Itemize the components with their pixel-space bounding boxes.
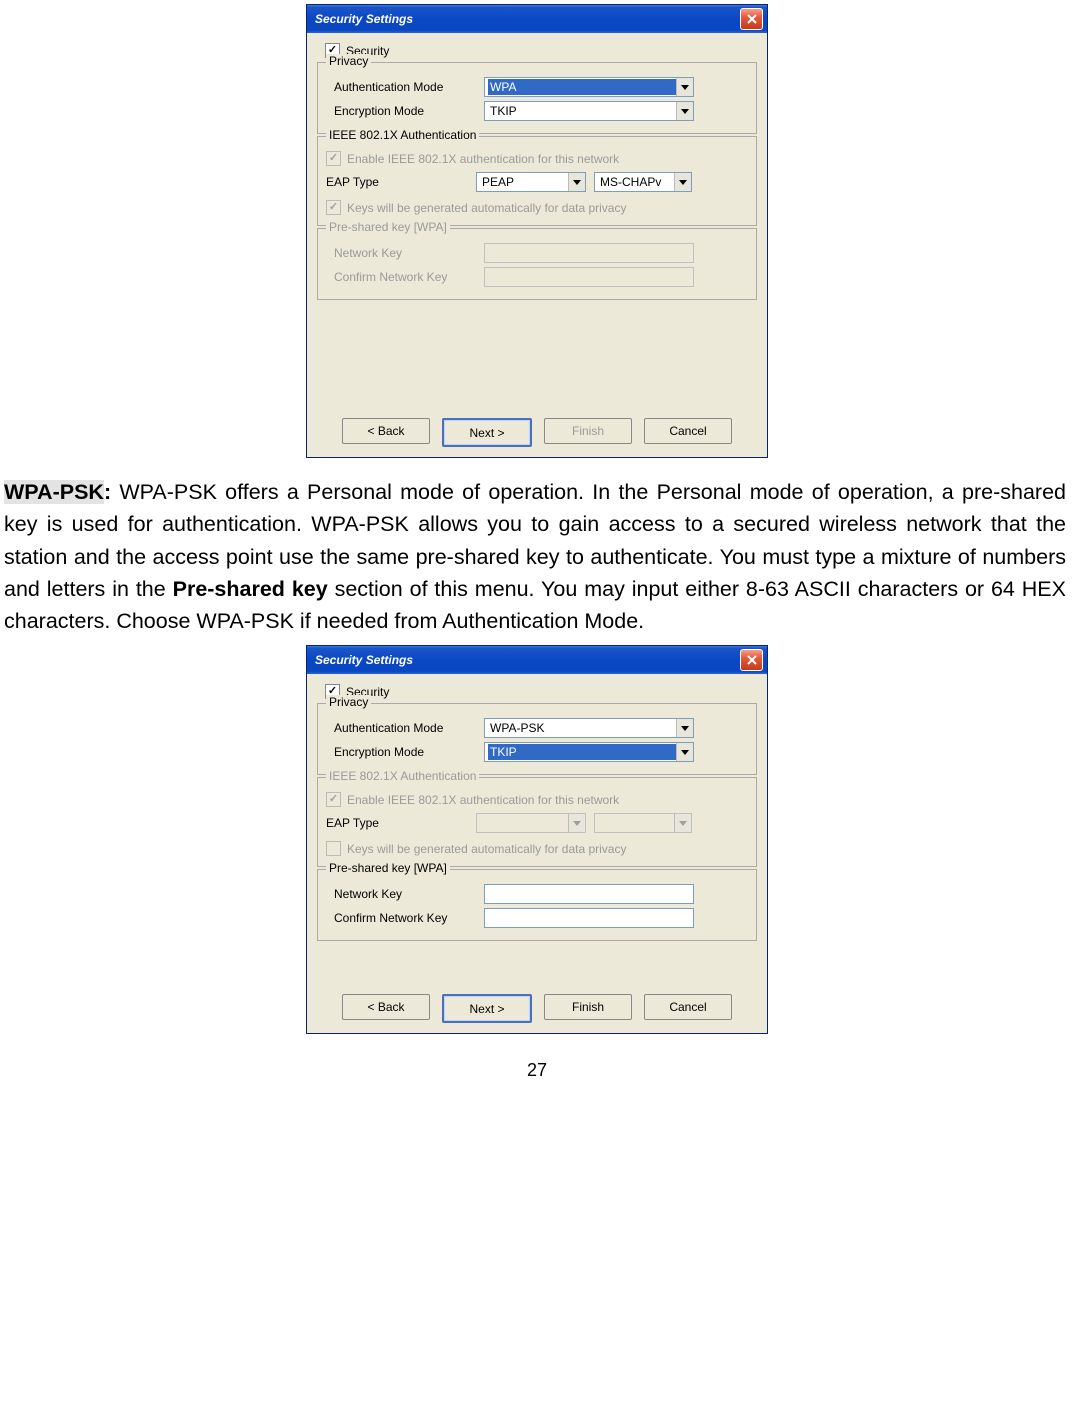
keys-gen-checkbox	[326, 841, 341, 856]
confirm-key-input[interactable]	[484, 908, 694, 928]
enc-mode-value: TKIP	[488, 103, 676, 119]
keys-gen-label: Keys will be generated automatically for…	[347, 842, 626, 856]
close-icon	[747, 655, 757, 665]
network-key-input[interactable]	[484, 884, 694, 904]
eap-sub-value: MS-CHAPv	[598, 174, 674, 190]
close-button[interactable]	[740, 649, 763, 671]
enc-mode-value: TKIP	[488, 744, 676, 760]
privacy-legend: Privacy	[326, 54, 371, 68]
next-button[interactable]: Next >	[442, 418, 532, 447]
confirm-key-label: Confirm Network Key	[326, 270, 484, 284]
privacy-legend: Privacy	[326, 695, 371, 709]
keys-gen-label: Keys will be generated automatically for…	[347, 201, 626, 215]
ieee-group: IEEE 802.1X Authentication Enable IEEE 8…	[317, 136, 757, 226]
network-key-label: Network Key	[326, 887, 484, 901]
wpa-psk-heading: WPA-PSK	[4, 480, 104, 504]
close-button[interactable]	[740, 8, 763, 30]
dropdown-icon	[676, 743, 693, 761]
auth-mode-value: WPA-PSK	[488, 720, 676, 736]
enable-ieee-label: Enable IEEE 802.1X authentication for th…	[347, 152, 619, 166]
network-key-label: Network Key	[326, 246, 484, 260]
enc-mode-label: Encryption Mode	[326, 104, 484, 118]
dropdown-icon	[676, 102, 693, 120]
ieee-group: IEEE 802.1X Authentication Enable IEEE 8…	[317, 777, 757, 867]
titlebar: Security Settings	[307, 646, 767, 674]
description-paragraph: WPA-PSK: WPA-PSK offers a Personal mode …	[0, 458, 1074, 645]
cancel-button[interactable]: Cancel	[644, 418, 732, 444]
enc-mode-select[interactable]: TKIP	[484, 742, 694, 762]
auth-mode-label: Authentication Mode	[326, 721, 484, 735]
psk-group: Pre-shared key [WPA] Network Key Confirm…	[317, 869, 757, 941]
auth-mode-value: WPA	[488, 79, 676, 95]
security-settings-dialog-1: Security Settings Security Privacy Authe…	[306, 4, 768, 458]
auth-mode-label: Authentication Mode	[326, 80, 484, 94]
dropdown-icon	[676, 719, 693, 737]
ieee-legend: IEEE 802.1X Authentication	[326, 128, 479, 142]
enc-mode-select[interactable]: TKIP	[484, 101, 694, 121]
titlebar: Security Settings	[307, 5, 767, 33]
finish-button: Finish	[544, 418, 632, 444]
eap-type-label: EAP Type	[326, 175, 476, 189]
confirm-key-input	[484, 267, 694, 287]
next-button[interactable]: Next >	[442, 994, 532, 1023]
page-number: 27	[0, 1060, 1074, 1081]
network-key-input	[484, 243, 694, 263]
privacy-group: Privacy Authentication Mode WPA Encrypti…	[317, 62, 757, 134]
back-button[interactable]: < Back	[342, 994, 430, 1020]
dropdown-icon	[674, 173, 691, 191]
enable-ieee-checkbox	[326, 792, 341, 807]
finish-button[interactable]: Finish	[544, 994, 632, 1020]
eap-sub-select	[594, 813, 692, 833]
enc-mode-label: Encryption Mode	[326, 745, 484, 759]
security-settings-dialog-2: Security Settings Security Privacy Authe…	[306, 645, 768, 1034]
enable-ieee-label: Enable IEEE 802.1X authentication for th…	[347, 793, 619, 807]
dropdown-icon	[568, 814, 585, 832]
auth-mode-select[interactable]: WPA-PSK	[484, 718, 694, 738]
keys-gen-checkbox	[326, 200, 341, 215]
ieee-legend: IEEE 802.1X Authentication	[326, 769, 479, 783]
confirm-key-label: Confirm Network Key	[326, 911, 484, 925]
pre-shared-key-bold: Pre-shared key	[173, 577, 328, 601]
cancel-button[interactable]: Cancel	[644, 994, 732, 1020]
window-title: Security Settings	[315, 12, 413, 26]
privacy-group: Privacy Authentication Mode WPA-PSK Encr…	[317, 703, 757, 775]
dropdown-icon	[568, 173, 585, 191]
psk-legend: Pre-shared key [WPA]	[326, 220, 450, 234]
psk-legend: Pre-shared key [WPA]	[326, 861, 450, 875]
eap-type-select[interactable]: PEAP	[476, 172, 586, 192]
psk-group: Pre-shared key [WPA] Network Key Confirm…	[317, 228, 757, 300]
dropdown-icon	[674, 814, 691, 832]
auth-mode-select[interactable]: WPA	[484, 77, 694, 97]
eap-type-select	[476, 813, 586, 833]
close-icon	[747, 14, 757, 24]
dropdown-icon	[676, 78, 693, 96]
eap-sub-select[interactable]: MS-CHAPv	[594, 172, 692, 192]
enable-ieee-checkbox	[326, 151, 341, 166]
eap-type-value: PEAP	[480, 174, 568, 190]
window-title: Security Settings	[315, 653, 413, 667]
back-button[interactable]: < Back	[342, 418, 430, 444]
eap-type-label: EAP Type	[326, 816, 476, 830]
